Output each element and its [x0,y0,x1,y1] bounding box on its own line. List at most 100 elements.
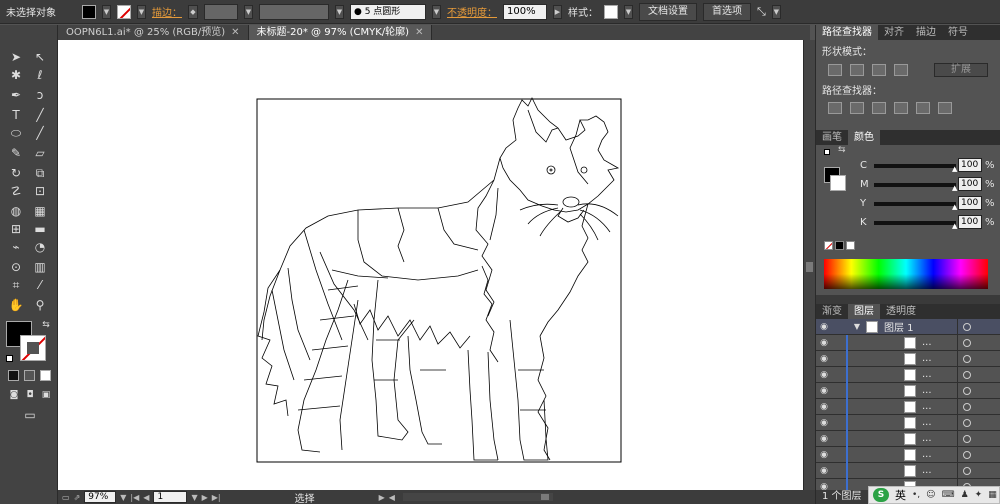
ime-punct-icon[interactable]: •, [912,490,920,500]
white-swatch[interactable] [846,241,855,250]
hand-tool-icon[interactable]: ✋ [8,297,24,313]
sublayer-target-icon[interactable] [963,403,971,411]
visibility-eye-icon[interactable]: ◉ [816,370,832,380]
black-value[interactable]: 100 [958,215,982,229]
brush-field[interactable]: ● 5 点圆形 [350,3,426,20]
warp-tool-icon[interactable]: ☡ [8,183,24,199]
visibility-eye-icon[interactable]: ◉ [816,402,832,412]
outline-icon[interactable] [916,102,930,114]
zoom-field[interactable]: 97% [84,491,117,503]
first-page-icon[interactable]: |◀ [130,493,139,502]
tab-transparency[interactable]: 透明度 [880,304,922,319]
layer-row-main[interactable]: ◉ ▼ 图层 1 [816,319,1000,335]
expand-button[interactable]: 扩展 [934,63,988,77]
minus-front-icon[interactable] [850,64,864,76]
brush-dropdown[interactable]: ▼ [432,4,441,19]
magic-wand-tool-icon[interactable]: ✱ [8,67,24,83]
tab-symbols[interactable]: 符号 [942,25,974,40]
gradient-mode-icon[interactable] [24,370,35,381]
preferences-button[interactable]: 首选项 [703,2,751,21]
layer-target-icon[interactable] [963,323,971,331]
sublayer-target-icon[interactable] [963,467,971,475]
stroke-weight-dropdown[interactable]: ▼ [244,4,253,19]
black-swatch[interactable] [835,241,844,250]
yellow-slider[interactable]: Y ▲ 100 % [816,195,1000,214]
sublayer-target-icon[interactable] [963,387,971,395]
dog-artwork[interactable] [58,40,803,490]
tab-align[interactable]: 对齐 [878,25,910,40]
color-spectrum[interactable] [824,259,988,289]
draw-behind-icon[interactable]: ◘ [22,387,38,403]
tab-color[interactable]: 颜色 [848,130,880,145]
visibility-eye-icon[interactable]: ◉ [816,354,832,364]
none-swatch[interactable] [824,241,833,250]
paintbrush-tool-icon[interactable]: ╱ [32,125,48,141]
fill-swatch[interactable] [82,4,96,19]
expand-triangle-icon[interactable]: ▼ [832,322,860,331]
magenta-value[interactable]: 100 [958,177,982,191]
fill-dropdown[interactable]: ▼ [102,4,111,19]
sublayer-row[interactable]: ◉... [816,366,1000,383]
stroke-swatch[interactable] [117,4,131,19]
selection-tool-icon[interactable]: ➤ [8,49,24,65]
next-page-icon[interactable]: ▶ [202,493,208,502]
swap-colors-icon[interactable]: ⇆ [38,317,54,333]
draw-inside-icon[interactable]: ▣ [38,387,54,403]
visibility-eye-icon[interactable]: ◉ [816,418,832,428]
page-field[interactable]: 1 [153,491,188,503]
visibility-eye-icon[interactable]: ◉ [816,466,832,476]
tab-gradient[interactable]: 渐变 [816,304,848,319]
status-menu-icon[interactable]: ▶ [379,493,385,502]
ime-user-icon[interactable]: ♟ [961,490,969,500]
style-dropdown[interactable]: ▼ [624,4,633,19]
sublayer-row[interactable]: ◉... [816,414,1000,431]
close-icon[interactable]: ✕ [415,25,423,40]
ellipse-tool-icon[interactable]: ⬭ [8,125,24,141]
close-icon[interactable]: ✕ [231,25,239,40]
color-mode-icon[interactable] [8,370,19,381]
pen-tool-icon[interactable]: ✒ [8,87,24,103]
sublayer-target-icon[interactable] [963,435,971,443]
scrollbar-thumb[interactable] [806,262,813,272]
sublayer-row[interactable]: ◉... [816,462,1000,479]
screen-mode-icon[interactable]: ▭ [20,407,40,423]
lasso-tool-icon[interactable]: ℓ [32,67,48,83]
visibility-eye-icon[interactable]: ◉ [816,322,832,332]
stroke-weight-stepper[interactable]: ◆ [188,4,198,19]
sublayer-target-icon[interactable] [963,451,971,459]
slice-tool-icon[interactable]: ⁄ [32,277,48,293]
tab-stroke[interactable]: 描边 [910,25,942,40]
opacity-link[interactable]: 不透明度： [447,4,497,19]
page-dropdown-icon[interactable]: ▼ [191,493,197,502]
free-transform-tool-icon[interactable]: ⊡ [32,183,48,199]
tab-pathfinder[interactable]: 路径查找器 [816,25,878,40]
cyan-slider[interactable]: C ▲ 100 % [816,157,1000,176]
visibility-eye-icon[interactable]: ◉ [816,386,832,396]
exclude-icon[interactable] [894,64,908,76]
ime-emoji-icon[interactable]: ☺ [926,490,935,500]
column-graph-tool-icon[interactable]: ▥ [32,259,48,275]
color-swap-icon[interactable]: ⇆ [838,145,846,155]
ime-skin-icon[interactable]: ✦ [975,490,983,500]
stroke-link[interactable]: 描边： [152,4,182,19]
black-slider[interactable]: K ▲ 100 % [816,214,1000,233]
scroll-left-icon[interactable]: ◀ [389,493,395,502]
style-swatch[interactable] [604,4,618,19]
gradient-tool-icon[interactable]: ▬ [32,221,48,237]
opacity-dropdown[interactable]: ▶ [553,4,562,19]
tab-untitled-20[interactable]: 未标题-20* @ 97% (CMYK/轮廓) ✕ [248,25,433,40]
sublayer-row[interactable]: ◉... [816,446,1000,463]
eyedropper-tool-icon[interactable]: ⌁ [8,239,24,255]
sublayer-row[interactable]: ◉... [816,334,1000,351]
visibility-eye-icon[interactable]: ◉ [816,450,832,460]
trim-icon[interactable] [850,102,864,114]
direct-selection-tool-icon[interactable]: ↖ [32,49,48,65]
variable-width-field[interactable] [259,3,329,20]
eraser-tool-icon[interactable]: ▱ [32,145,48,161]
stroke-dropdown[interactable]: ▼ [137,4,146,19]
magenta-slider[interactable]: M ▲ 100 % [816,176,1000,195]
sublayer-row[interactable]: ◉... [816,382,1000,399]
stroke-color-box[interactable] [20,335,46,361]
opacity-field[interactable]: 100% [503,3,547,20]
doc-setup-button[interactable]: 文档设置 [639,2,697,21]
